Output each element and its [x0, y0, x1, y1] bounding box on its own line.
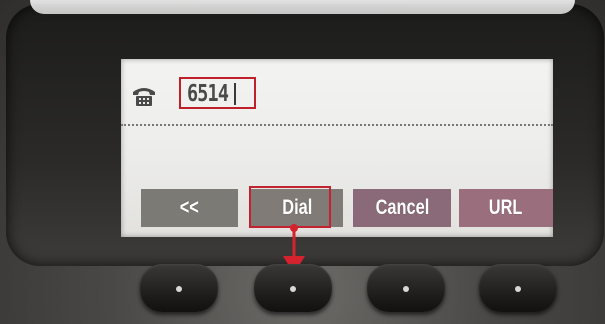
back-softkey-label: << [179, 196, 200, 219]
phone-body: 6514 << Dial Cancel URL [0, 0, 605, 324]
cancel-softkey[interactable]: Cancel [353, 189, 451, 227]
back-softkey[interactable]: << [141, 189, 238, 227]
dial-softkey-label: Dial [281, 196, 313, 219]
cancel-softkey-label: Cancel [375, 196, 429, 219]
button-dot-icon [176, 286, 182, 292]
bezel-top-glare [30, 0, 575, 14]
button-dot-icon [403, 286, 409, 292]
dotted-divider [121, 124, 553, 126]
hardware-softkey-button-1[interactable] [140, 264, 218, 312]
hardware-softkey-button-4[interactable] [479, 264, 557, 312]
dial-row: 6514 [121, 71, 553, 126]
dialed-number-field[interactable]: 6514 [187, 82, 229, 106]
hardware-softkey-button-2[interactable] [254, 264, 332, 312]
button-dot-icon [290, 286, 296, 292]
lcd-screen: 6514 << Dial Cancel URL [121, 59, 553, 237]
hardware-softkey-button-3[interactable] [367, 264, 445, 312]
text-cursor [234, 83, 236, 105]
handset-icon [133, 88, 155, 106]
softkey-bar: << Dial Cancel URL [141, 186, 553, 228]
url-softkey[interactable]: URL [459, 189, 553, 227]
button-dot-icon [515, 286, 521, 292]
url-softkey-label: URL [489, 196, 523, 219]
